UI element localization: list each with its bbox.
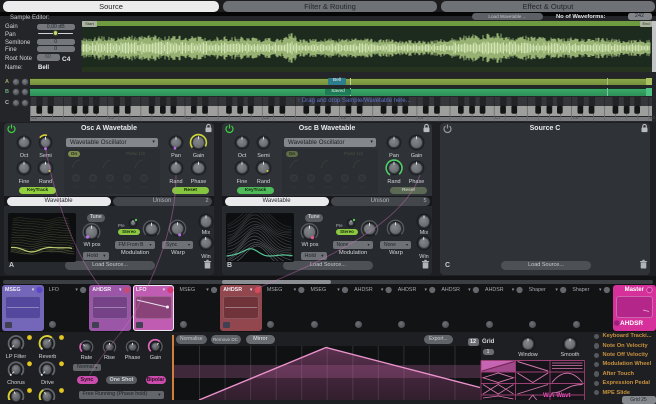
svg-text:C6: C6 xyxy=(418,115,424,120)
svg-text:C3: C3 xyxy=(186,115,192,120)
svg-text:C4: C4 xyxy=(263,115,269,120)
svg-text:C5: C5 xyxy=(341,115,347,120)
svg-text:C7: C7 xyxy=(495,115,501,120)
svg-text:C9: C9 xyxy=(650,115,656,120)
svg-text:C8: C8 xyxy=(573,115,579,120)
svg-text:C1: C1 xyxy=(32,115,38,120)
svg-text:C2: C2 xyxy=(109,115,115,120)
